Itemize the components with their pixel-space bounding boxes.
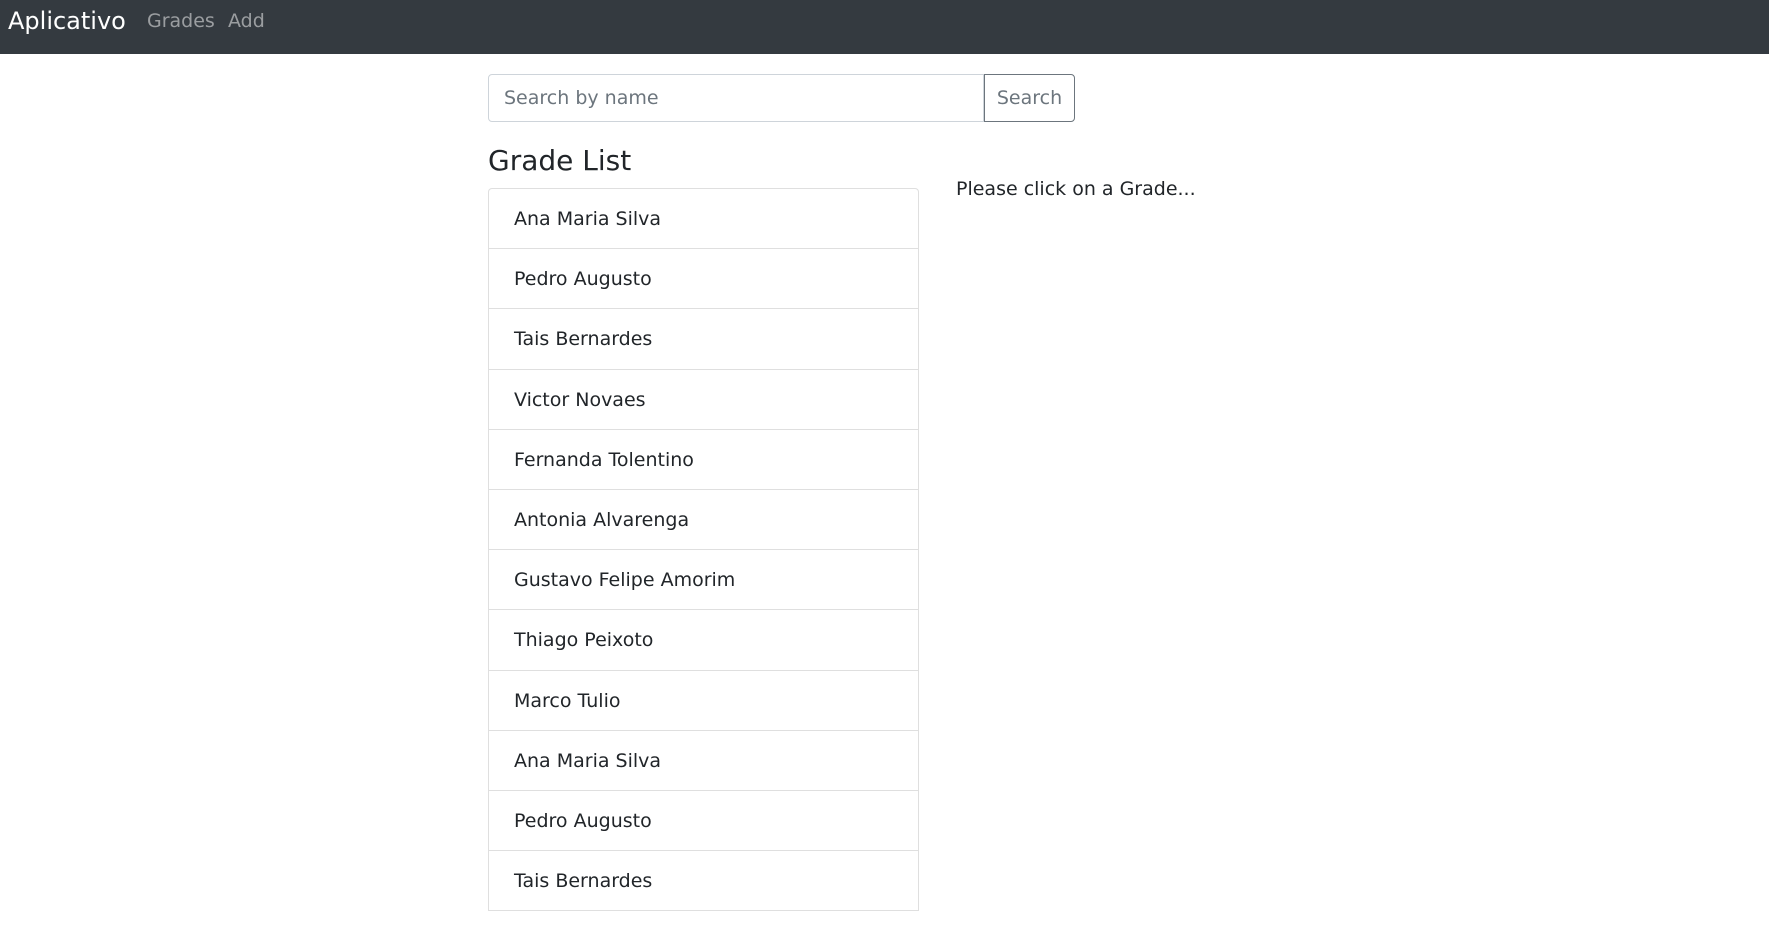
search-button[interactable]: Search	[984, 74, 1075, 122]
grade-list-item[interactable]: Tais Bernardes	[488, 850, 919, 912]
grade-list-item[interactable]: Victor Novaes	[488, 368, 919, 430]
grade-list-item[interactable]: Thiago Peixoto	[488, 609, 919, 671]
grade-list-item[interactable]: Gustavo Felipe Amorim	[488, 549, 919, 611]
grade-list-title: Grade List	[488, 144, 632, 177]
grade-list-item[interactable]: Antonia Alvarenga	[488, 488, 919, 551]
nav-link-add[interactable]: Add	[228, 9, 265, 33]
detail-hint-text: Please click on a Grade...	[956, 178, 1196, 200]
top-navbar: Aplicativo Grades Add	[0, 0, 1769, 54]
nav-link-grades[interactable]: Grades	[147, 9, 215, 33]
grade-list-item[interactable]: Fernanda Tolentino	[488, 428, 919, 490]
grade-list-item[interactable]: Marco Tulio	[488, 669, 919, 731]
grade-list: Ana Maria Silva Pedro Augusto Tais Berna…	[488, 188, 919, 912]
grade-list-item[interactable]: Pedro Augusto	[488, 789, 919, 852]
brand-link[interactable]: Aplicativo	[8, 6, 126, 36]
grade-list-item[interactable]: Ana Maria Silva	[488, 188, 919, 250]
grade-list-item[interactable]: Ana Maria Silva	[488, 729, 919, 791]
grade-list-item[interactable]: Pedro Augusto	[488, 248, 919, 310]
grade-list-item[interactable]: Tais Bernardes	[488, 308, 919, 370]
search-input[interactable]	[488, 74, 984, 122]
